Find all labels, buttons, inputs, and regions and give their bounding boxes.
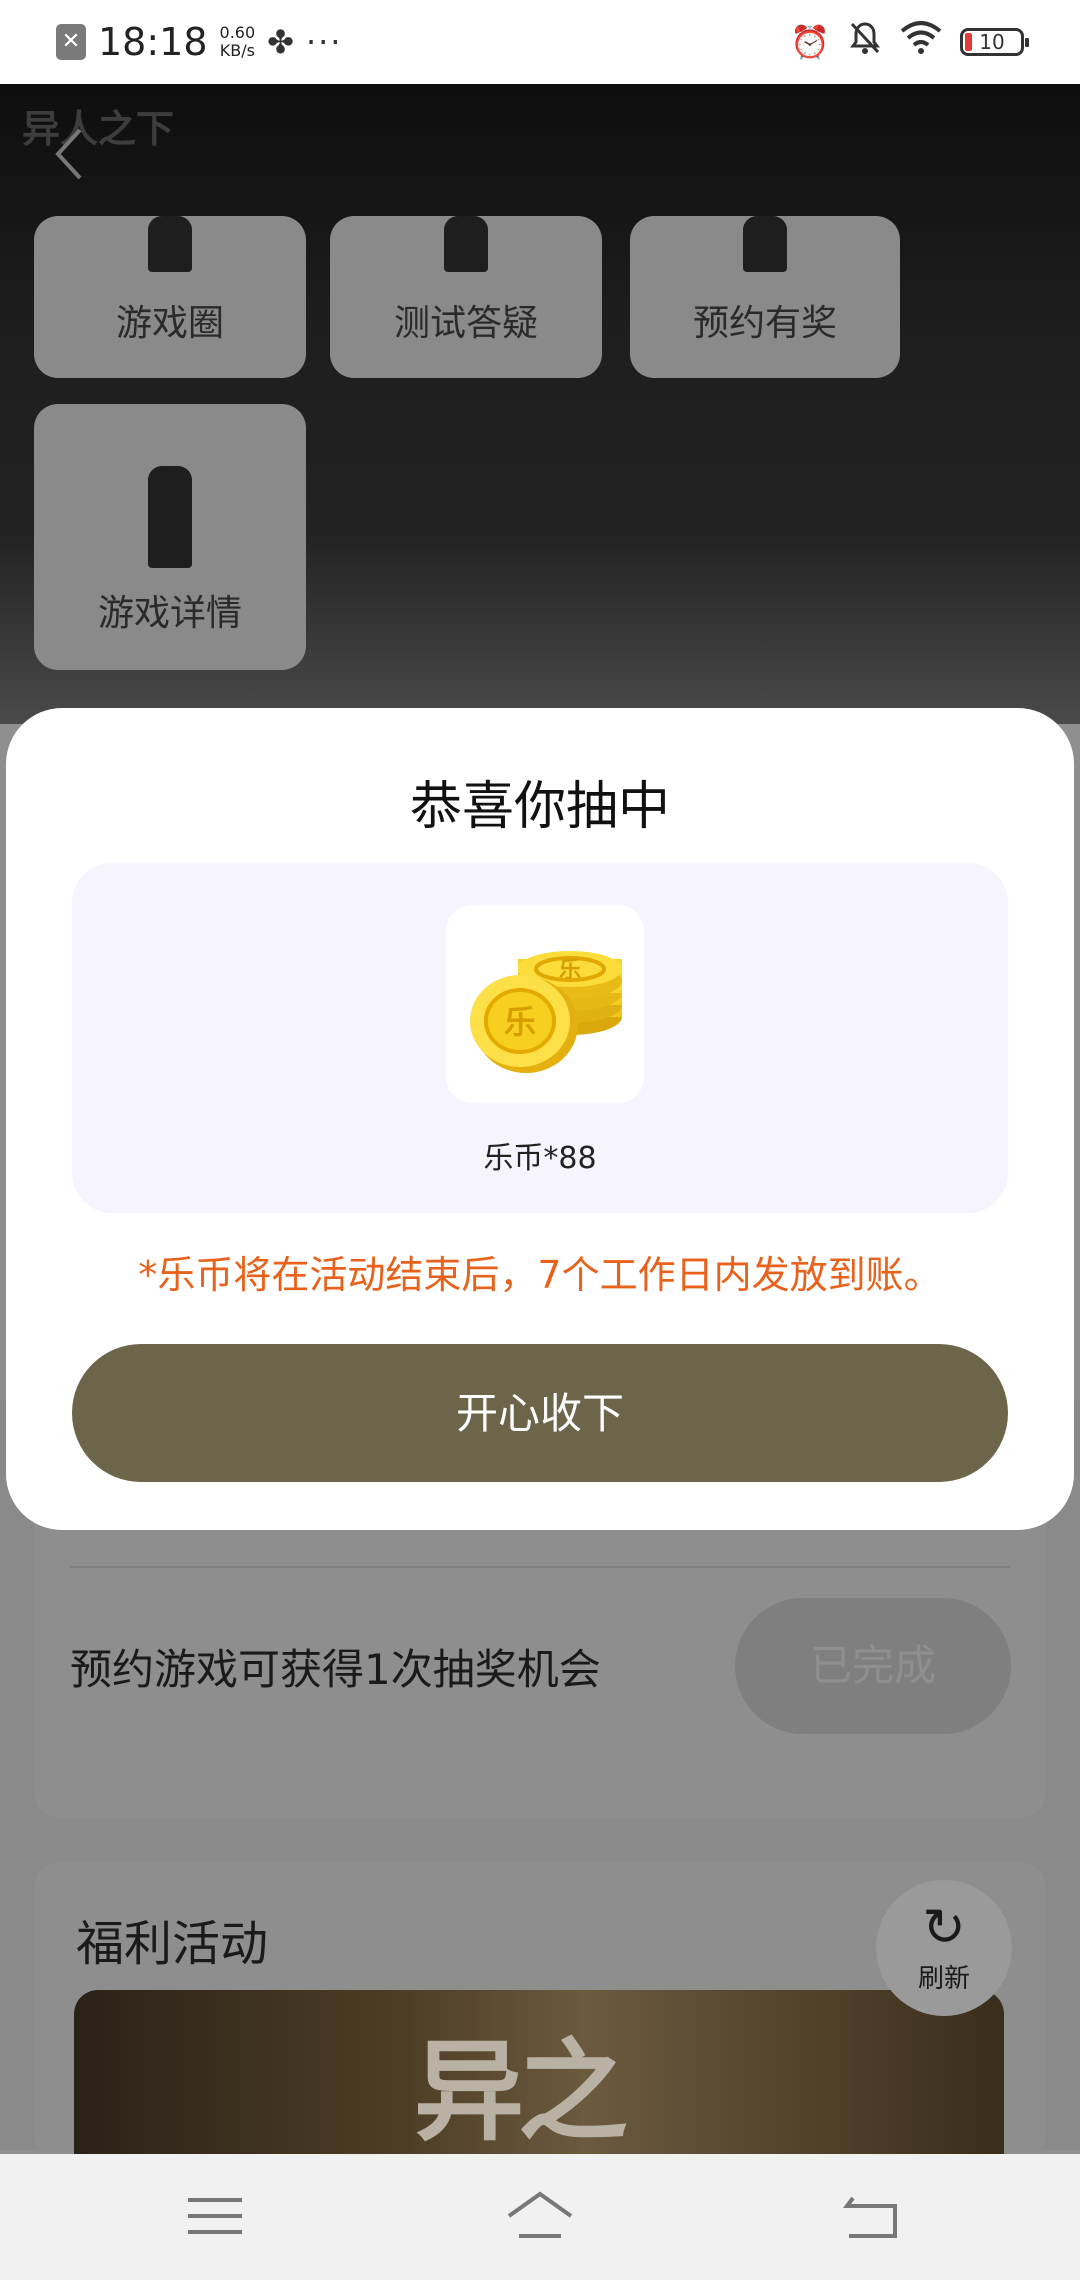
- banner-title: 异之: [414, 2027, 628, 2156]
- character-figure-icon: [444, 216, 488, 272]
- prize-label: 乐币*88: [483, 1141, 597, 1176]
- payout-notice: *乐币将在活动结束后，7个工作日内发放到账。: [138, 1253, 942, 1297]
- notification-x-icon: ✕: [56, 24, 86, 60]
- refresh-icon: ↻: [922, 1898, 966, 1958]
- tile-label: 测试答疑: [393, 303, 538, 344]
- navigation-bar: [0, 2154, 1080, 2280]
- wifi-icon: [900, 21, 942, 63]
- status-time: 18:18: [98, 20, 208, 64]
- more-dots-icon: ···: [305, 23, 343, 61]
- back-arrow-icon[interactable]: [50, 124, 90, 184]
- mute-bell-icon: [848, 20, 882, 64]
- tile-label: 游戏详情: [97, 593, 242, 634]
- tile-game-details[interactable]: 游戏详情: [34, 404, 306, 670]
- tile-label: 预约有奖: [692, 303, 837, 344]
- prize-dialog: 恭喜你抽中 乐 乐 乐币*88 *乐币将在活动结束后，7个工作日内发放到账。 开…: [6, 708, 1074, 1530]
- refresh-button[interactable]: ↻ 刷新: [876, 1880, 1012, 2016]
- character-figure-icon: [148, 466, 192, 568]
- section-title-welfare: 福利活动: [76, 1916, 269, 1972]
- refresh-label: 刷新: [917, 1964, 970, 1994]
- svg-text:乐: 乐: [504, 1003, 536, 1041]
- dialog-title: 恭喜你抽中: [409, 777, 670, 837]
- tile-game-circle[interactable]: 游戏圈: [34, 216, 306, 378]
- game-logo: 异人之下: [22, 106, 175, 151]
- fan-app-icon: ✤: [267, 23, 294, 61]
- svg-text:乐: 乐: [559, 958, 581, 983]
- alarm-icon: ⏰: [790, 23, 830, 61]
- task-description: 预约游戏可获得1次抽奖机会: [70, 1645, 601, 1694]
- network-speed: 0.60 KB/s: [219, 23, 256, 60]
- menu-icon[interactable]: [180, 2184, 250, 2248]
- tile-label: 游戏圈: [115, 303, 224, 344]
- gold-coins-icon: 乐 乐: [470, 951, 622, 1073]
- completed-button[interactable]: 已完成: [735, 1598, 1011, 1734]
- divider: [70, 1566, 1010, 1568]
- character-figure-icon: [148, 216, 192, 272]
- status-bar: ✕ 18:18 0.60 KB/s ✤ ··· ⏰ 10: [0, 0, 1080, 84]
- character-figure-icon: [743, 216, 787, 272]
- home-icon[interactable]: [505, 2184, 575, 2248]
- tile-reserve-reward[interactable]: 预约有奖: [630, 216, 900, 378]
- battery-icon: 10: [960, 28, 1029, 56]
- prize-box: 乐 乐 乐币*88: [72, 863, 1008, 1213]
- prize-image: 乐 乐: [446, 905, 644, 1103]
- tile-test-qa[interactable]: 测试答疑: [330, 216, 602, 378]
- welfare-banner[interactable]: 异之: [74, 1990, 1004, 2170]
- accept-button[interactable]: 开心收下: [72, 1344, 1008, 1482]
- back-icon[interactable]: [835, 2184, 905, 2248]
